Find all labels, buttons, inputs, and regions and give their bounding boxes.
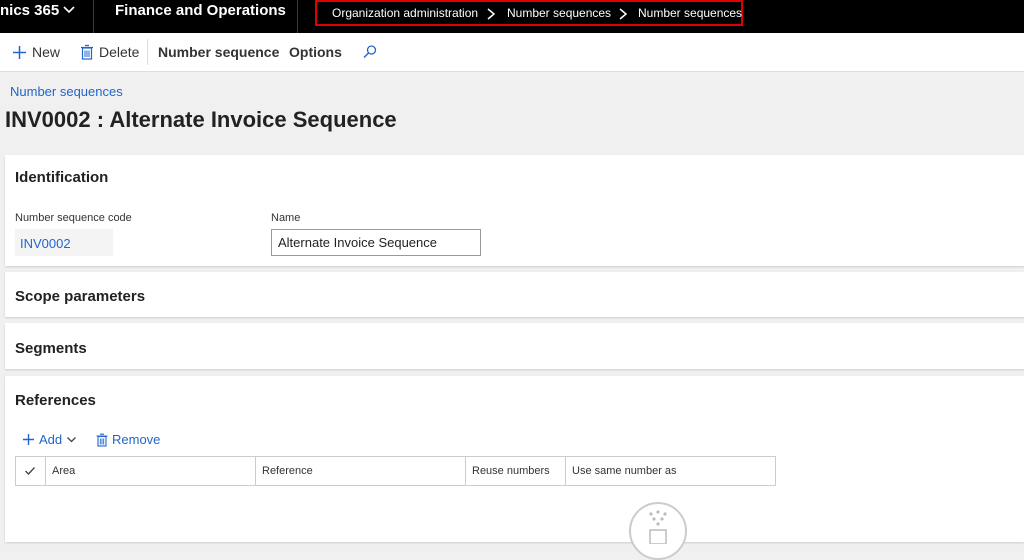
delete-label: Delete bbox=[99, 44, 140, 60]
empty-folder-icon bbox=[649, 510, 667, 544]
column-header-use-same-number-as[interactable]: Use same number as bbox=[566, 457, 775, 485]
scope-parameters-fasttab[interactable]: Scope parameters bbox=[5, 272, 1024, 317]
action-divider bbox=[147, 39, 148, 65]
identification-fasttab: Identification bbox=[5, 155, 1024, 266]
column-header-reuse-numbers[interactable]: Reuse numbers bbox=[466, 457, 566, 485]
checkmark-icon bbox=[25, 467, 35, 475]
code-label: Number sequence code bbox=[15, 212, 132, 224]
new-label: New bbox=[32, 44, 61, 60]
select-all-column[interactable] bbox=[16, 457, 46, 485]
number-sequence-tab[interactable]: Number sequence bbox=[158, 44, 279, 60]
chevron-right-icon bbox=[487, 8, 496, 20]
options-tab[interactable]: Options bbox=[289, 44, 342, 60]
trash-icon bbox=[81, 44, 93, 60]
search-icon bbox=[363, 45, 377, 58]
chevron-down-icon bbox=[67, 437, 77, 443]
area-header-label: Area bbox=[52, 465, 76, 477]
segments-header: Segments bbox=[15, 340, 87, 357]
nav-divider bbox=[297, 0, 298, 33]
remove-button[interactable]: Remove bbox=[96, 432, 160, 447]
nav-divider bbox=[93, 0, 94, 33]
use-same-number-header-label: Use same number as bbox=[572, 465, 677, 477]
trash-icon bbox=[96, 433, 108, 447]
new-button[interactable]: New bbox=[12, 44, 60, 60]
name-input[interactable] bbox=[271, 229, 481, 256]
empty-grid-icon bbox=[629, 502, 687, 560]
column-header-reference[interactable]: Reference bbox=[256, 457, 466, 485]
code-value[interactable]: INV0002 bbox=[20, 236, 71, 251]
references-header[interactable]: References bbox=[15, 392, 96, 409]
add-button[interactable]: Add bbox=[22, 432, 81, 447]
remove-label: Remove bbox=[112, 432, 161, 447]
identification-header[interactable]: Identification bbox=[15, 169, 108, 186]
breadcrumb-item-org-admin[interactable]: Organization administration bbox=[332, 6, 478, 20]
breadcrumb: Organization administration Number seque… bbox=[315, 0, 743, 26]
add-label: Add bbox=[39, 432, 63, 447]
plus-icon bbox=[13, 45, 26, 59]
column-header-area[interactable]: Area bbox=[46, 457, 256, 485]
scope-parameters-header: Scope parameters bbox=[15, 288, 146, 305]
product-name: Finance and Operations bbox=[115, 2, 286, 19]
chevron-right-icon bbox=[619, 8, 628, 20]
breadcrumb-item-number-sequences[interactable]: Number sequences bbox=[507, 6, 611, 20]
references-grid: Area Reference Reuse numbers Use same nu… bbox=[15, 456, 776, 486]
action-pane: New Delete Number sequence Options bbox=[0, 33, 1024, 72]
breadcrumb-item-number-sequences-current[interactable]: Number sequences bbox=[638, 6, 742, 20]
chevron-down-icon bbox=[63, 6, 75, 14]
number-sequence-label: Number sequence bbox=[158, 44, 280, 60]
segments-fasttab[interactable]: Segments bbox=[5, 323, 1024, 369]
app-name: nics 365 bbox=[0, 2, 60, 19]
name-label: Name bbox=[271, 212, 301, 224]
search-button[interactable] bbox=[362, 44, 383, 60]
reuse-numbers-header-label: Reuse numbers bbox=[472, 465, 550, 477]
delete-button[interactable]: Delete bbox=[80, 44, 139, 60]
plus-icon bbox=[23, 434, 34, 445]
number-sequence-code-field[interactable]: INV0002 bbox=[15, 229, 113, 256]
options-label: Options bbox=[289, 44, 342, 60]
page-title: INV0002 : Alternate Invoice Sequence bbox=[5, 107, 397, 132]
top-nav-bar: nics 365 Finance and Operations Organiza… bbox=[0, 0, 1024, 33]
app-switcher[interactable]: nics 365 bbox=[0, 0, 92, 33]
form-breadcrumb-link[interactable]: Number sequences bbox=[10, 84, 123, 99]
reference-header-label: Reference bbox=[262, 465, 313, 477]
